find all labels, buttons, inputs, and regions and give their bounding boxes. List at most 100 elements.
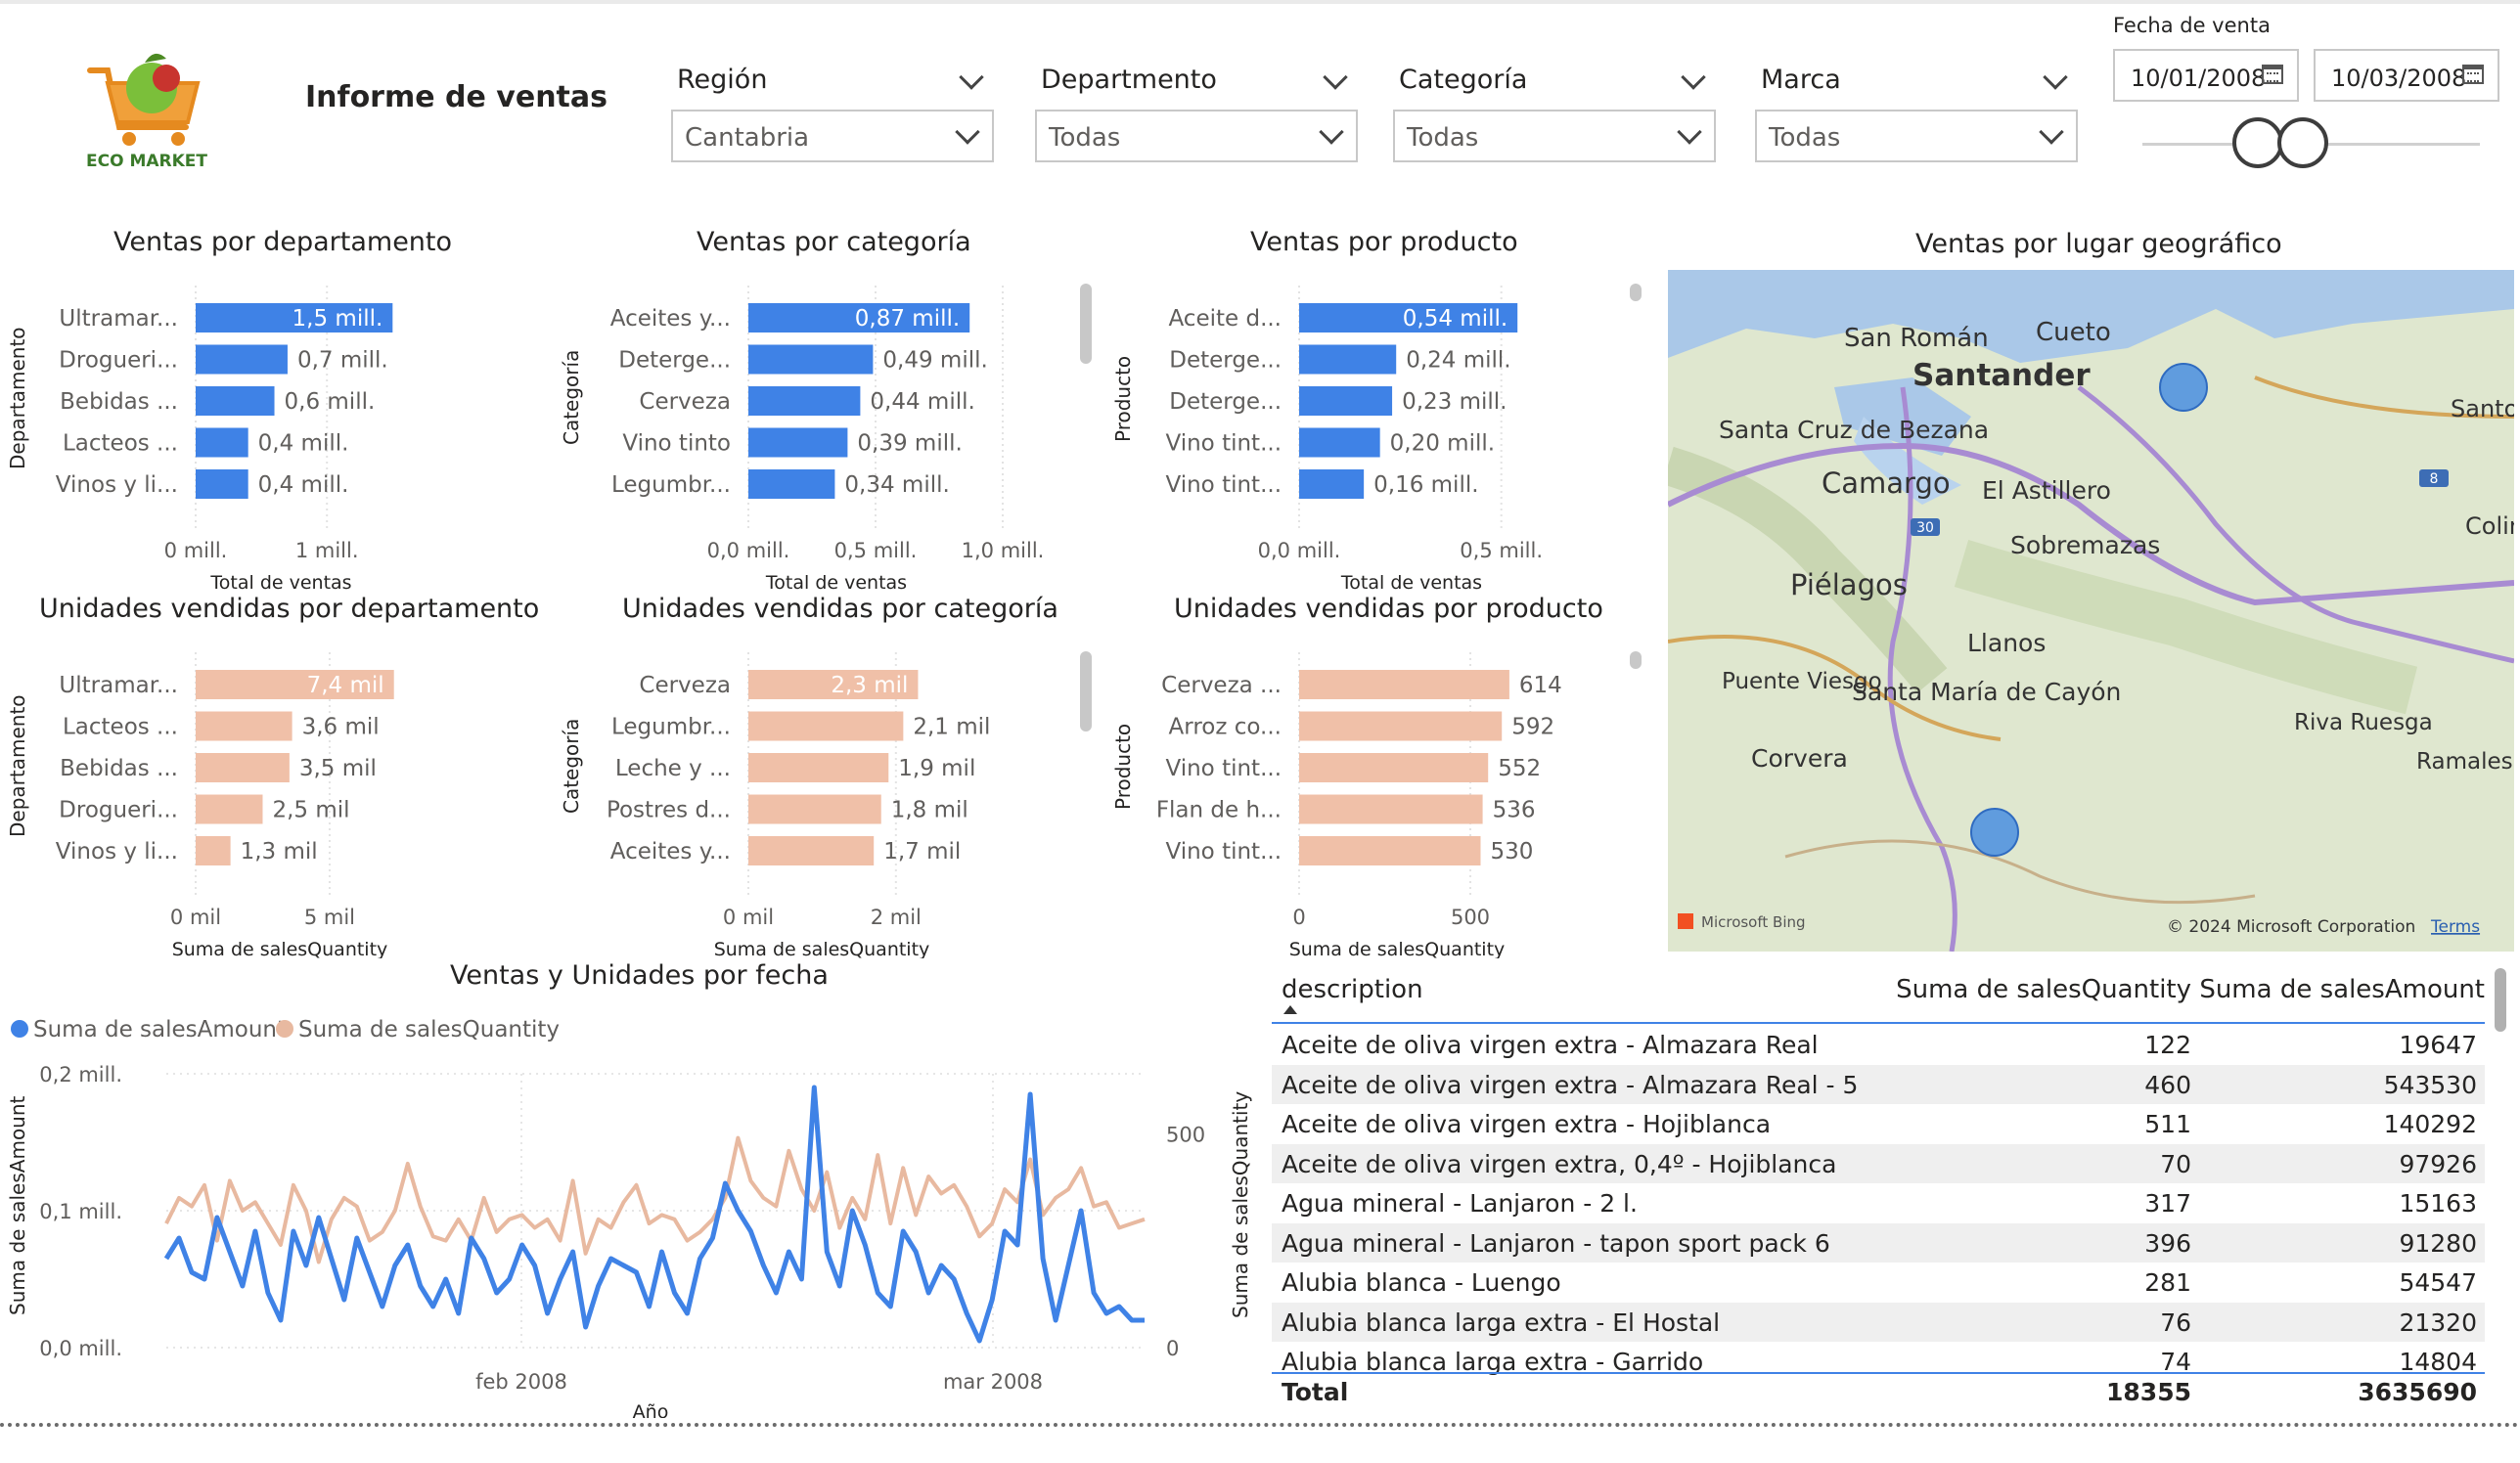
geo-map[interactable]: San Román Cueto Santander Santa Cruz de … <box>1668 270 2514 952</box>
table-row[interactable]: Aceite de oliva virgen extra, 0,4º - Hoj… <box>1272 1143 2485 1183</box>
bar-charts-area: 0 mill. 1 mill. Total de ventas Ultramar...… <box>56 286 1562 958</box>
table-scrollbar[interactable] <box>2495 968 2506 1032</box>
legend-label[interactable]: Suma de salesQuantity <box>298 1017 560 1042</box>
data-label: 0,49 mill. <box>882 348 987 374</box>
table-row[interactable]: Agua mineral - Lanjaron - tapon sport pa… <box>1272 1222 2485 1263</box>
category-label: Flan de h... <box>1156 798 1282 823</box>
bing-icon <box>1678 913 1693 929</box>
column-header-quantity[interactable]: Suma de salesQuantity <box>1896 975 2191 1004</box>
legend-label[interactable]: Suma de salesAmount <box>33 1017 286 1042</box>
table-row[interactable]: Aceite de oliva virgen extra - Almazara … <box>1272 1064 2485 1104</box>
bar[interactable] <box>196 794 263 824</box>
bar[interactable] <box>1299 794 1483 824</box>
tick-label: 0,5 mill. <box>1460 539 1543 562</box>
date-end-input[interactable]: 10/03/2008 <box>2314 49 2499 102</box>
bar[interactable] <box>1299 753 1489 782</box>
chevron-down-icon[interactable] <box>955 119 980 145</box>
scrollbar-prod-sales[interactable] <box>1630 284 1642 301</box>
chevron-down-icon[interactable] <box>2039 119 2064 145</box>
bar[interactable] <box>1299 836 1481 865</box>
bar[interactable] <box>1299 386 1393 416</box>
bar[interactable] <box>1299 711 1503 741</box>
map-label: El Astillero <box>1982 476 2111 505</box>
map-terms-link[interactable]: Terms <box>2430 917 2480 937</box>
bar[interactable] <box>196 753 290 782</box>
scrollbar-prod-units[interactable] <box>1630 651 1642 669</box>
scrollbar-cat-units[interactable] <box>1080 651 1092 732</box>
cell-description: Alubia blanca - Luengo <box>1282 1268 1561 1297</box>
legend-marker[interactable] <box>276 1020 293 1038</box>
bar[interactable] <box>196 386 275 416</box>
bar[interactable] <box>748 386 861 416</box>
map-label: Santa María de Cayón <box>1852 678 2121 706</box>
bar[interactable] <box>196 427 248 458</box>
slicer-categoria-label: Categoría <box>1399 65 1528 95</box>
bar[interactable] <box>196 836 231 865</box>
data-label: 552 <box>1498 756 1541 781</box>
bar[interactable] <box>1299 469 1365 499</box>
cell-amount: 140292 <box>2383 1110 2477 1138</box>
category-label: Drogueri... <box>59 798 178 823</box>
axis-label-cat-sales: Categoría <box>560 349 583 445</box>
column-header-amount[interactable]: Suma de salesAmount <box>2199 975 2485 1004</box>
table-row[interactable]: Alubia blanca - Luengo 281 54547 <box>1272 1263 2485 1302</box>
slicer-marca-dropdown[interactable]: Todas <box>1755 110 2078 162</box>
bar[interactable] <box>196 469 248 499</box>
chevron-down-icon[interactable] <box>959 65 984 90</box>
chevron-down-icon[interactable] <box>1681 65 1706 90</box>
date-start-input[interactable]: 10/01/2008 <box>2113 49 2299 102</box>
calendar-icon[interactable] <box>2262 65 2283 84</box>
bar[interactable] <box>748 711 904 741</box>
slicer-categoria-dropdown[interactable]: Todas <box>1393 110 1716 162</box>
chevron-down-icon[interactable] <box>2043 65 2068 90</box>
bar[interactable] <box>196 344 288 375</box>
table-row[interactable]: Alubia blanca larga extra - Garrido 74 148… <box>1272 1342 2485 1381</box>
chevron-down-icon[interactable] <box>1323 65 1348 90</box>
map-label: Cueto <box>2036 318 2111 347</box>
bar[interactable] <box>748 344 874 375</box>
bar[interactable] <box>748 794 881 824</box>
table-row[interactable]: Aceite de oliva virgen extra - Hojiblanc… <box>1272 1104 2485 1143</box>
category-label: Vino tint... <box>1165 472 1282 498</box>
table-row[interactable]: Aceite de oliva virgen extra - Almazara … <box>1272 1025 2485 1064</box>
table-row[interactable]: Agua mineral - Lanjaron - 2 l. 317 15163 <box>1272 1183 2485 1222</box>
category-label: Postres d... <box>607 798 731 823</box>
total-amount: 3635690 <box>2358 1378 2477 1406</box>
chevron-down-icon[interactable] <box>1677 119 1702 145</box>
scrollbar-cat-sales[interactable] <box>1080 284 1092 364</box>
bar[interactable] <box>196 711 292 741</box>
bar[interactable] <box>748 836 875 865</box>
map-marker[interactable] <box>1970 808 2019 857</box>
bar[interactable] <box>1299 344 1397 375</box>
bar[interactable] <box>748 753 889 782</box>
category-label: Aceites y... <box>610 306 731 332</box>
cell-description: Agua mineral - Lanjaron - tapon sport pa… <box>1282 1228 1830 1258</box>
cell-quantity: 511 <box>2144 1110 2191 1138</box>
bar[interactable] <box>748 427 848 458</box>
line-chart: Suma de salesAmount Suma de salesQuantity… <box>11 1017 1205 1418</box>
map-label: San Román <box>1844 324 1989 353</box>
date-slider-end-handle[interactable] <box>2277 117 2328 168</box>
date-slider-start-handle[interactable] <box>2232 117 2283 168</box>
legend-marker[interactable] <box>11 1020 28 1038</box>
map-marker[interactable] <box>2159 363 2208 412</box>
slicer-departmento-dropdown[interactable]: Todas <box>1035 110 1358 162</box>
bar[interactable] <box>1299 670 1509 699</box>
data-label: 0,23 mill. <box>1402 389 1507 415</box>
series-line-sales-amount[interactable] <box>163 1085 1145 1344</box>
tick-label: 0,1 mill. <box>39 1200 122 1223</box>
axis-label: Total de ventas <box>209 572 351 594</box>
bar[interactable] <box>1299 427 1380 458</box>
column-header-description[interactable]: description <box>1282 975 1423 1004</box>
slicer-region-dropdown[interactable]: Cantabria <box>671 110 994 162</box>
table-body: Aceite de oliva virgen extra - Almazara … <box>1272 1025 2485 1376</box>
bar[interactable] <box>748 469 835 499</box>
table-row[interactable]: Alubia blanca larga extra - El Hostal 76 2… <box>1272 1302 2485 1342</box>
axis-label-line-y2: Suma de salesQuantity <box>1229 1090 1252 1318</box>
calendar-icon[interactable] <box>2462 65 2484 84</box>
total-quantity: 18355 <box>2106 1378 2191 1406</box>
logo-text: ECO MARKET <box>86 152 207 171</box>
chevron-down-icon[interactable] <box>1319 119 1344 145</box>
data-label: 7,4 mil <box>307 673 384 698</box>
sort-ascending-icon[interactable] <box>1283 1005 1297 1014</box>
